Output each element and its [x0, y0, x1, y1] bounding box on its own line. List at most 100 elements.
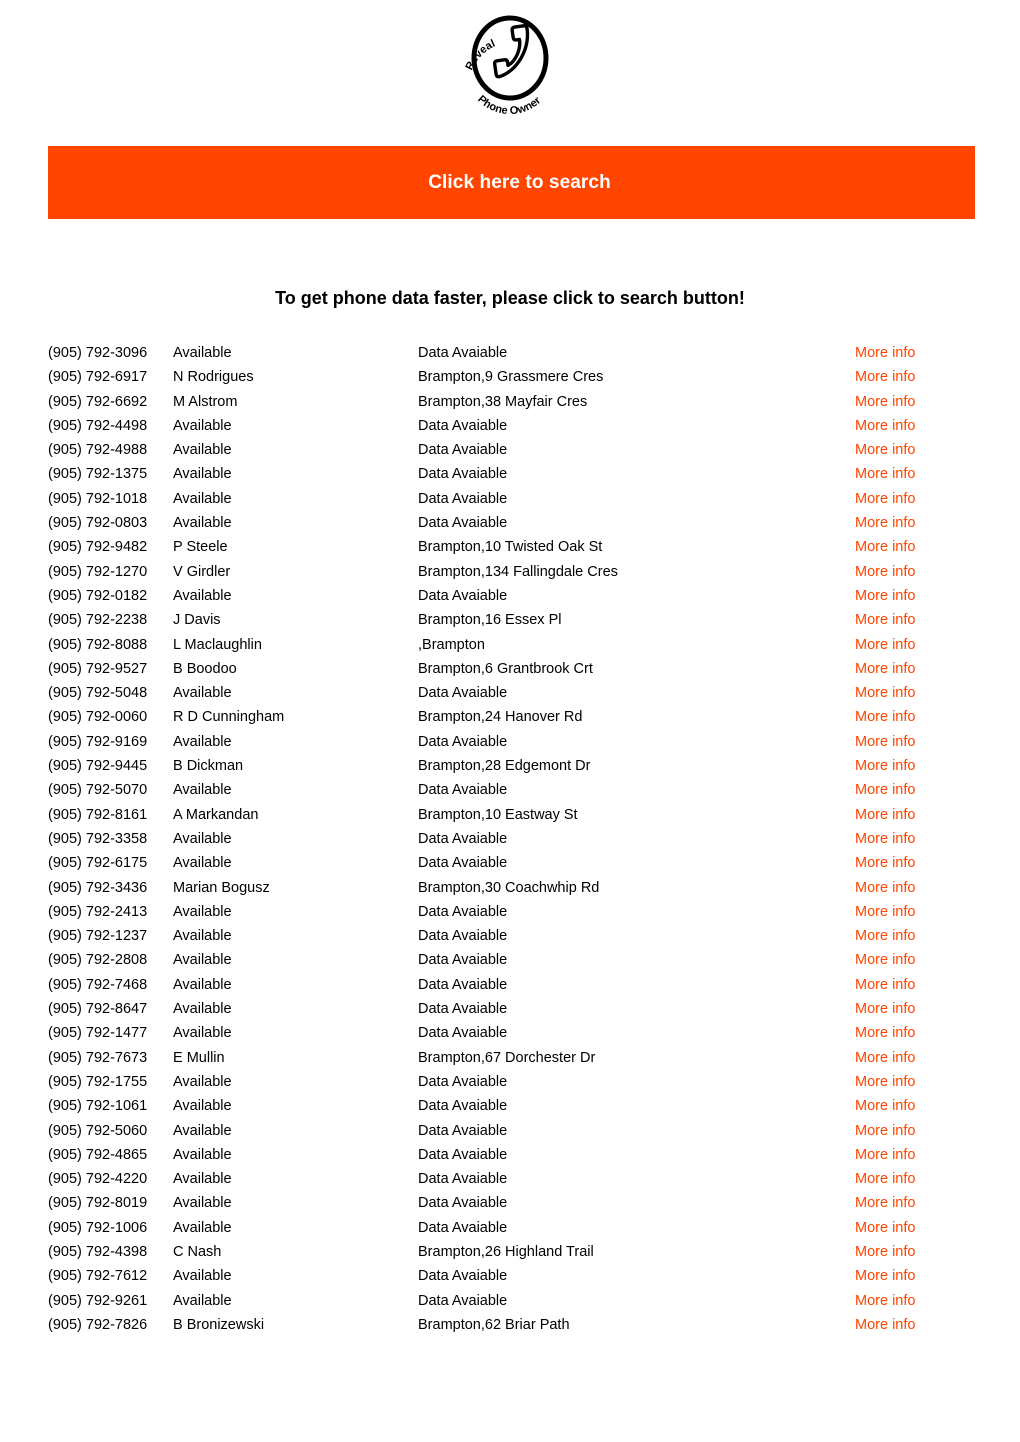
table-row: (905) 792-6692 M Alstrom Brampton,38 Mayfa…: [48, 390, 972, 414]
more-info-link[interactable]: More info: [855, 1191, 915, 1215]
result-phone-number: (905) 792-9169: [48, 733, 148, 750]
result-address: Brampton,10 Twisted Oak St: [418, 539, 603, 556]
result-address: Data Avaiable: [418, 1195, 508, 1212]
more-info-link[interactable]: More info: [855, 1070, 915, 1094]
more-info-link[interactable]: More info: [855, 1240, 915, 1264]
result-owner-name: Available: [173, 1171, 232, 1188]
table-row: (905) 792-0803 Available Data Avaiable More…: [48, 511, 972, 535]
more-info-link[interactable]: More info: [855, 1094, 915, 1118]
reveal-phone-owner-logo-icon: Reveal Phone Owner: [464, 15, 549, 117]
result-address: Data Avaiable: [418, 1001, 508, 1018]
table-row: (905) 792-1270 V Girdler Brampton,134 Fall…: [48, 560, 972, 584]
result-owner-name: Available: [173, 928, 232, 945]
more-info-link[interactable]: More info: [855, 365, 915, 389]
more-info-link[interactable]: More info: [855, 924, 915, 948]
more-info-link[interactable]: More info: [855, 535, 915, 559]
result-phone-number: (905) 792-4988: [48, 442, 148, 459]
more-info-link[interactable]: More info: [855, 511, 915, 535]
more-info-link[interactable]: More info: [855, 1289, 915, 1313]
table-row: (905) 792-3096 Available Data Avaiable More…: [48, 341, 972, 365]
more-info-link[interactable]: More info: [855, 608, 915, 632]
more-info-link[interactable]: More info: [855, 778, 915, 802]
table-row: (905) 792-6917 N Rodrigues Brampton,9 Gras…: [48, 365, 972, 389]
more-info-link[interactable]: More info: [855, 390, 915, 414]
more-info-link[interactable]: More info: [855, 1046, 915, 1070]
result-owner-name: Marian Bogusz: [173, 879, 270, 896]
result-phone-number: (905) 792-6692: [48, 393, 148, 410]
more-info-link[interactable]: More info: [855, 462, 915, 486]
svg-text:Reveal: Reveal: [464, 38, 497, 72]
table-row: (905) 792-1018 Available Data Avaiable More…: [48, 487, 972, 511]
result-address: Brampton,16 Essex Pl: [418, 612, 562, 629]
result-phone-number: (905) 792-0803: [48, 515, 148, 532]
result-phone-number: (905) 792-1061: [48, 1098, 148, 1115]
more-info-link[interactable]: More info: [855, 1167, 915, 1191]
result-owner-name: N Rodrigues: [173, 369, 254, 386]
result-owner-name: R D Cunningham: [173, 709, 285, 726]
more-info-link[interactable]: More info: [855, 851, 915, 875]
more-info-link[interactable]: More info: [855, 633, 915, 657]
phone-results-list: (905) 792-3096 Available Data Avaiable More…: [48, 341, 972, 1337]
more-info-link[interactable]: More info: [855, 438, 915, 462]
result-address: Data Avaiable: [418, 490, 508, 507]
more-info-link[interactable]: More info: [855, 948, 915, 972]
result-owner-name: C Nash: [173, 1243, 222, 1260]
more-info-link[interactable]: More info: [855, 803, 915, 827]
result-address: Data Avaiable: [418, 1122, 508, 1139]
page-tagline: To get phone data faster, please click t…: [275, 288, 745, 308]
table-row: (905) 792-4988 Available Data Avaiable More…: [48, 438, 972, 462]
result-address: Data Avaiable: [418, 976, 508, 993]
result-owner-name: Available: [173, 903, 232, 920]
table-row: (905) 792-9445 B Dickman Brampton,28 Edgem…: [48, 754, 972, 778]
result-address: ,Brampton: [418, 636, 485, 653]
result-phone-number: (905) 792-8019: [48, 1195, 148, 1212]
table-row: (905) 792-7673 E Mullin Brampton,67 Dorche…: [48, 1046, 972, 1070]
more-info-link[interactable]: More info: [855, 1119, 915, 1143]
result-address: Data Avaiable: [418, 1146, 508, 1163]
result-owner-name: Available: [173, 952, 232, 969]
table-row: (905) 792-3358 Available Data Avaiable More…: [48, 827, 972, 851]
more-info-link[interactable]: More info: [855, 341, 915, 365]
more-info-link[interactable]: More info: [855, 1313, 915, 1337]
more-info-link[interactable]: More info: [855, 730, 915, 754]
result-phone-number: (905) 792-3096: [48, 345, 148, 361]
more-info-link[interactable]: More info: [855, 705, 915, 729]
result-owner-name: A Markandan: [173, 806, 259, 823]
more-info-link[interactable]: More info: [855, 681, 915, 705]
result-phone-number: (905) 792-3436: [48, 879, 148, 896]
more-info-link[interactable]: More info: [855, 997, 915, 1021]
more-info-link[interactable]: More info: [855, 1216, 915, 1240]
result-owner-name: Available: [173, 733, 232, 750]
more-info-link[interactable]: More info: [855, 754, 915, 778]
result-phone-number: (905) 792-9482: [48, 539, 148, 556]
more-info-link[interactable]: More info: [855, 584, 915, 608]
result-address: Brampton,30 Coachwhip Rd: [418, 879, 600, 896]
more-info-link[interactable]: More info: [855, 1021, 915, 1045]
result-owner-name: Available: [173, 345, 232, 361]
result-phone-number: (905) 792-1018: [48, 490, 148, 507]
more-info-link[interactable]: More info: [855, 657, 915, 681]
search-banner-button[interactable]: Click here to search: [48, 146, 975, 219]
more-info-link[interactable]: More info: [855, 414, 915, 438]
result-address: Data Avaiable: [418, 1292, 508, 1309]
more-info-link[interactable]: More info: [855, 876, 915, 900]
more-info-link[interactable]: More info: [855, 560, 915, 584]
table-row: (905) 792-0060 R D Cunningham Brampton,24 …: [48, 705, 972, 729]
more-info-link[interactable]: More info: [855, 973, 915, 997]
result-owner-name: Available: [173, 417, 232, 434]
result-address: Brampton,6 Grantbrook Crt: [418, 660, 593, 677]
result-owner-name: Available: [173, 1292, 232, 1309]
result-owner-name: Available: [173, 466, 232, 483]
result-phone-number: (905) 792-8088: [48, 636, 148, 653]
more-info-link[interactable]: More info: [855, 900, 915, 924]
result-address: Data Avaiable: [418, 345, 508, 361]
table-row: (905) 792-1375 Available Data Avaiable More…: [48, 462, 972, 486]
more-info-link[interactable]: More info: [855, 487, 915, 511]
more-info-link[interactable]: More info: [855, 827, 915, 851]
result-phone-number: (905) 792-3358: [48, 830, 148, 847]
table-row: (905) 792-7826 B Bronizewski Brampton,62 B…: [48, 1313, 972, 1337]
more-info-link[interactable]: More info: [855, 1264, 915, 1288]
result-phone-number: (905) 792-9261: [48, 1292, 148, 1309]
result-address: Data Avaiable: [418, 1098, 508, 1115]
more-info-link[interactable]: More info: [855, 1143, 915, 1167]
